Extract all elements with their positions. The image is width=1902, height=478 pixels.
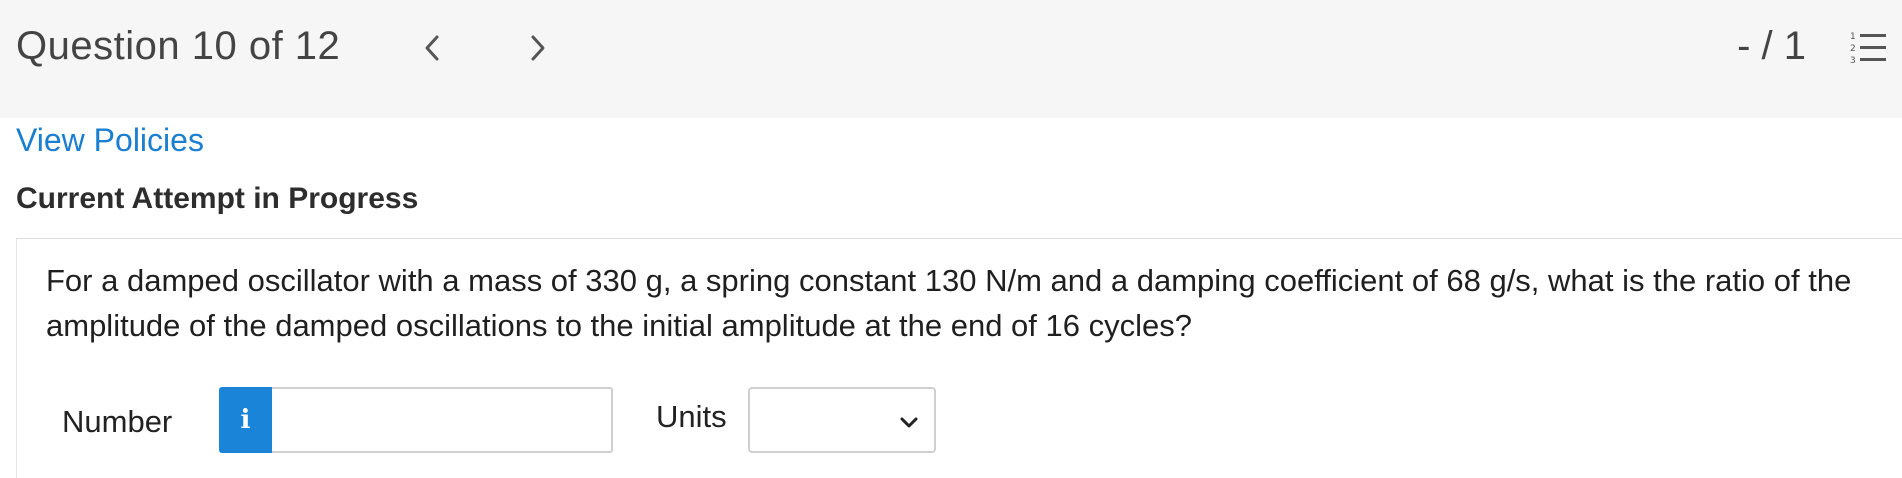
units-dropdown[interactable] — [748, 387, 936, 453]
attempt-status-heading: Current Attempt in Progress — [16, 182, 419, 215]
number-label: Number — [62, 404, 173, 439]
info-button[interactable]: i — [219, 387, 272, 453]
question-list-button[interactable]: 1 2 3 — [1848, 28, 1888, 68]
next-question-button[interactable] — [518, 26, 558, 70]
numbered-list-icon: 1 2 3 — [1850, 32, 1886, 66]
previous-question-button[interactable] — [412, 26, 452, 70]
chevron-right-icon — [531, 35, 545, 61]
question-text: For a damped oscillator with a mass of 3… — [46, 263, 1852, 343]
info-icon: i — [240, 405, 251, 435]
view-policies-link[interactable]: View Policies — [16, 122, 204, 159]
question-counter: Question 10 of 12 — [16, 24, 341, 68]
chevron-down-icon — [900, 417, 918, 428]
svg-text:2: 2 — [1850, 44, 1856, 54]
svg-text:1: 1 — [1850, 32, 1856, 42]
number-input[interactable] — [272, 387, 613, 453]
svg-text:3: 3 — [1850, 56, 1856, 66]
question-header: Question 10 of 12 - / 1 1 2 3 — [0, 0, 1902, 118]
score-display: - / 1 — [1737, 24, 1806, 68]
units-label: Units — [656, 399, 727, 434]
chevron-left-icon — [425, 35, 439, 61]
